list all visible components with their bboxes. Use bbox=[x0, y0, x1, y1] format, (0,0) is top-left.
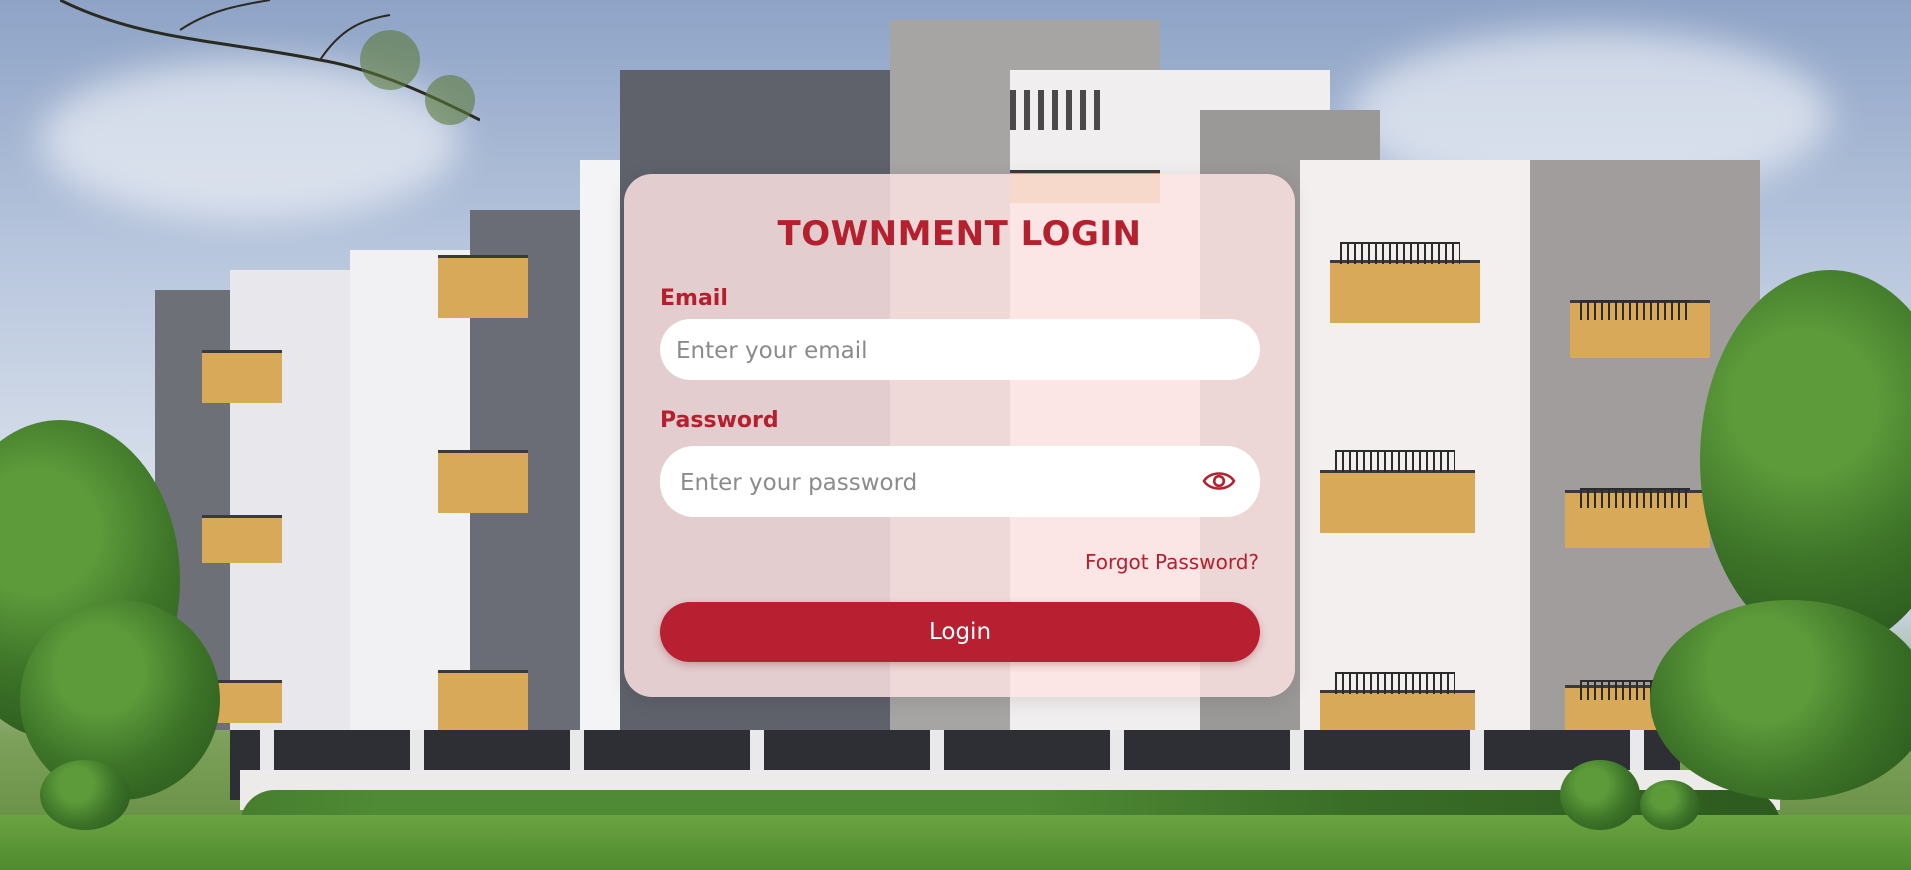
shrub bbox=[1560, 760, 1640, 830]
page-title: TOWNMENT LOGIN bbox=[777, 214, 1142, 254]
balcony bbox=[438, 450, 528, 513]
railing bbox=[1335, 672, 1455, 694]
tree bbox=[1650, 600, 1911, 800]
password-label: Password bbox=[660, 408, 779, 433]
password-field-container bbox=[660, 446, 1260, 519]
eye-icon[interactable] bbox=[1202, 468, 1236, 494]
tree bbox=[20, 600, 220, 800]
railing bbox=[1580, 300, 1690, 320]
pergola bbox=[1010, 90, 1100, 130]
email-label: Email bbox=[660, 286, 728, 311]
forgot-password-link[interactable]: Forgot Password? bbox=[1085, 550, 1259, 574]
balcony bbox=[202, 515, 282, 563]
balcony bbox=[1320, 470, 1475, 533]
balcony bbox=[1330, 260, 1480, 323]
shrub bbox=[1640, 780, 1700, 830]
login-button[interactable]: Login bbox=[660, 602, 1260, 662]
railing bbox=[1340, 242, 1460, 264]
balcony bbox=[438, 255, 528, 318]
password-input[interactable] bbox=[678, 446, 1182, 519]
email-input[interactable] bbox=[674, 319, 1248, 382]
railing bbox=[1580, 488, 1690, 508]
login-card: TOWNMENT LOGIN Email Password Forgot Pas… bbox=[624, 174, 1295, 697]
lawn bbox=[0, 815, 1911, 870]
balcony bbox=[1320, 690, 1475, 733]
balcony bbox=[202, 350, 282, 403]
shrub bbox=[40, 760, 130, 830]
balcony bbox=[438, 670, 528, 733]
email-field-container bbox=[660, 319, 1260, 382]
railing bbox=[1335, 450, 1455, 472]
